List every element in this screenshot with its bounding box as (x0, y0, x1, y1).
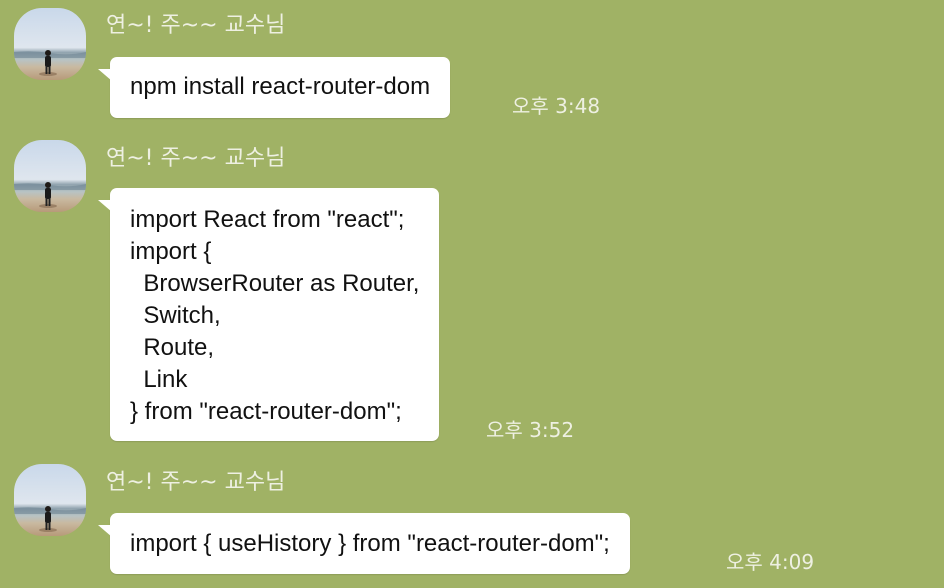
message-time: 오후 3:48 (512, 94, 601, 118)
message-time: 오후 3:52 (486, 418, 575, 442)
avatar[interactable] (14, 8, 86, 80)
profile-photo-icon (14, 8, 86, 80)
bubble-tail (98, 200, 112, 212)
sender-name: 연~! 주~~ 교수님 (106, 13, 286, 38)
message-text: import React from "react"; import { Brow… (130, 206, 420, 425)
message-text: import { useHistory } from "react-router… (130, 530, 610, 557)
bubble-tail (98, 525, 112, 537)
sender-name: 연~! 주~~ 교수님 (106, 470, 286, 495)
profile-photo-icon (14, 140, 86, 212)
chat-room: 연~! 주~~ 교수님 npm install react-router-dom… (0, 0, 944, 588)
sender-name: 연~! 주~~ 교수님 (106, 146, 286, 171)
message-bubble[interactable]: npm install react-router-dom (98, 57, 451, 118)
message-time: 오후 4:09 (726, 550, 815, 574)
avatar[interactable] (14, 464, 86, 536)
profile-photo-icon (14, 464, 86, 536)
message-text: npm install react-router-dom (130, 73, 431, 100)
message-bubble[interactable]: import React from "react"; import { Brow… (98, 188, 440, 441)
bubble-tail (98, 69, 112, 81)
avatar[interactable] (14, 140, 86, 212)
message-bubble[interactable]: import { useHistory } from "react-router… (98, 513, 630, 574)
